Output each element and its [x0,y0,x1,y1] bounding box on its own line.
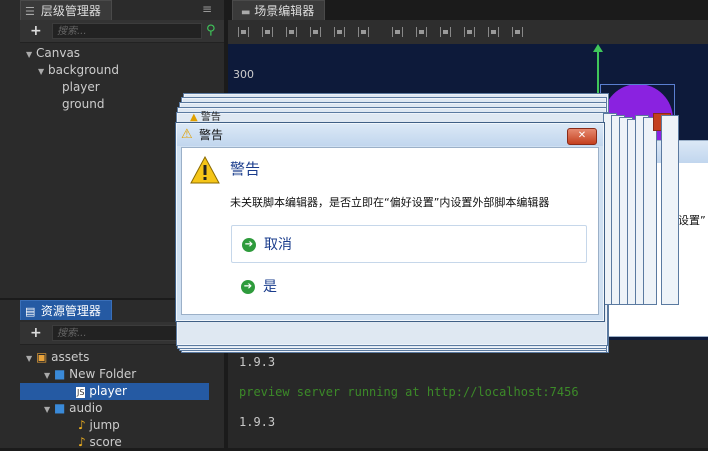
add-asset-button[interactable]: + [30,322,42,344]
warning-icon [190,156,220,184]
assets-tab-label: 资源管理器 [40,304,101,318]
hierarchy-toolbar: + 搜索... ⚲ [20,20,224,43]
scene-icon: ▬ [241,7,251,18]
align-hcenter-icon[interactable] [334,27,345,37]
distribute-hcenter-icon[interactable] [488,27,499,37]
background-dialog-text: 设置” [678,214,706,227]
console-line-server: preview server running at http://localho… [239,385,579,399]
expand-arrow-icon: ▼ [44,405,51,414]
hierarchy-icon: ☰ [25,5,35,18]
expand-arrow-icon: ▼ [26,50,33,59]
yes-option[interactable]: ➔ 是 [231,268,587,306]
asset-folder-audio[interactable]: ▼ ■ audio [44,400,102,417]
asset-script-player[interactable]: JS player [20,383,209,400]
align-vcenter-icon[interactable] [262,27,273,37]
expand-arrow-icon: ▼ [38,67,45,76]
assets-tab[interactable]: ▤ 资源管理器 [20,300,112,320]
dialog-cascade-edges [603,113,679,305]
distribute-top-icon[interactable] [392,27,403,37]
tree-node-ground[interactable]: ground [62,96,104,113]
align-right-icon[interactable] [358,27,369,37]
distribute-left-icon[interactable] [464,27,475,37]
warning-dialog: ⚠ 警告 ✕ 警告 未关联脚本编辑器，是否立即在“偏好设置”内设置外部脚本编辑器… [175,122,605,322]
console-line-version-2: 1.9.3 [239,415,276,429]
hierarchy-tab-label: 层级管理器 [40,4,101,18]
dialog-titlebar[interactable]: ⚠ 警告 ✕ [177,124,603,146]
locate-icon[interactable]: ⚲ [206,23,216,38]
tree-node-canvas[interactable]: ▼ Canvas [26,45,80,62]
align-top-icon[interactable] [238,27,249,37]
asset-folder-assets[interactable]: ▼ ▣ assets [26,349,89,366]
close-icon: ✕ [577,130,587,141]
expand-arrow-icon: ▼ [44,371,51,380]
distribute-bottom-icon[interactable] [440,27,451,37]
close-button[interactable]: ✕ [567,128,597,145]
panel-menu-icon[interactable]: ≡ [202,0,212,18]
ruler-label: 300 [233,68,254,81]
hierarchy-search-input[interactable]: 搜索... [52,23,202,39]
scene-toolbar [228,20,708,44]
gizmo-arrow-icon[interactable] [593,44,603,52]
folder-icon: ■ [54,401,66,415]
yes-option-label: 是 [263,279,277,295]
expand-arrow-icon: ▼ [26,354,33,363]
arrow-right-icon: ➔ [242,238,256,252]
hierarchy-tab[interactable]: ☰ 层级管理器 [20,0,112,20]
add-node-button[interactable]: + [30,20,42,42]
distribute-vcenter-icon[interactable] [416,27,427,37]
dialog-title: 警告 [199,128,224,142]
arrow-right-icon: ➔ [241,280,255,294]
distribute-right-icon[interactable] [512,27,523,37]
asset-folder-new-folder[interactable]: ▼ ■ New Folder [44,366,136,383]
cancel-option[interactable]: ➔ 取消 [231,225,587,263]
align-left-icon[interactable] [310,27,321,37]
asset-audio-score[interactable]: ♪ score [78,434,122,451]
dialog-heading: 警告 [230,160,261,178]
cancel-option-label: 取消 [264,237,292,253]
console-panel: 1.9.3 preview server running at http://l… [228,340,708,448]
scene-editor-tab[interactable]: ▬ 场景编辑器 [232,0,326,20]
db-icon: ▣ [36,350,48,364]
folder-icon: ■ [54,367,66,381]
warning-small-icon: ⚠ [181,127,193,142]
tree-node-player[interactable]: player [62,79,100,96]
audio-clip-icon: ♪ [78,418,86,432]
dialog-body: 警告 未关联脚本编辑器，是否立即在“偏好设置”内设置外部脚本编辑器 ➔ 取消 ➔… [181,147,599,315]
stacked-dialog-title: ▲ 警告 [190,112,221,123]
assets-icon: ▤ [25,305,36,318]
tree-node-background[interactable]: ▼ background [38,62,119,79]
audio-clip-icon: ♪ [78,435,86,449]
asset-audio-jump[interactable]: ♪ jump [78,417,120,434]
align-bottom-icon[interactable] [286,27,297,37]
dialog-message: 未关联脚本编辑器，是否立即在“偏好设置”内设置外部脚本编辑器 [230,196,550,209]
js-file-icon: JS [76,387,86,398]
scene-tab-label: 场景编辑器 [254,4,315,18]
